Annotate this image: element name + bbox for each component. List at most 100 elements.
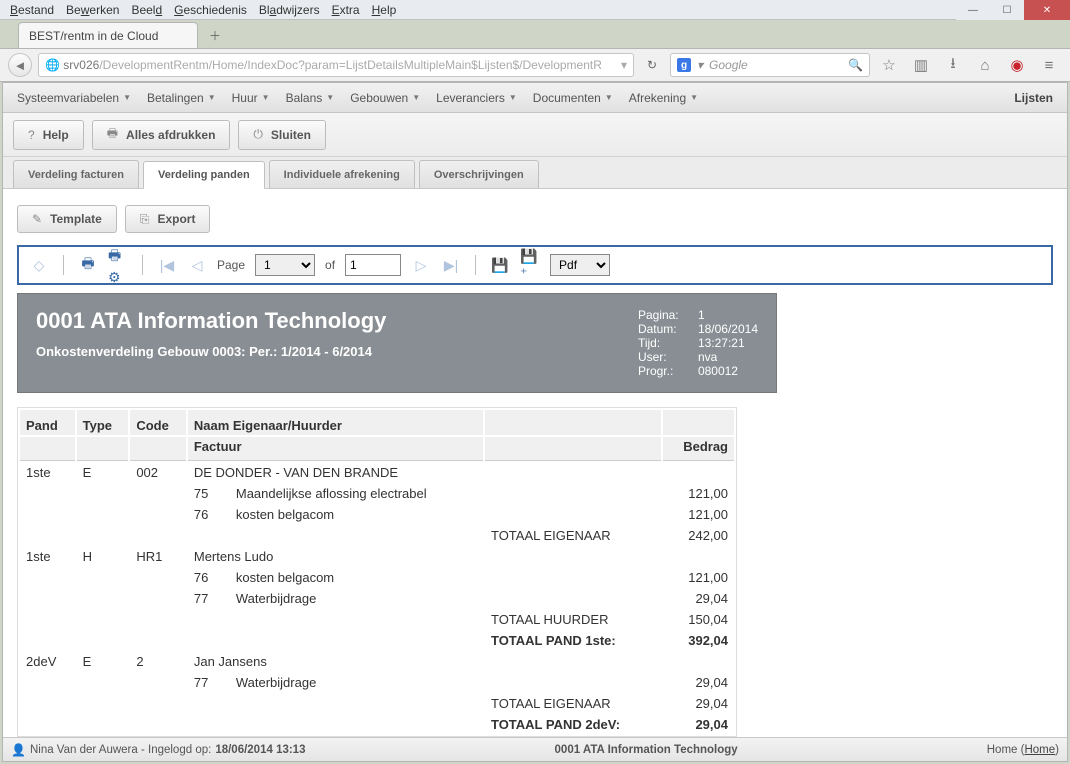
- search-placeholder: Google: [709, 58, 748, 72]
- pencil-icon: ✎: [32, 212, 42, 226]
- chevron-down-icon: ▼: [123, 93, 131, 102]
- report-meta: Pagina:1Datum:18/06/2014Tijd:13:27:21Use…: [638, 308, 758, 378]
- total-pages-input[interactable]: [345, 254, 401, 276]
- menu-betalingen[interactable]: Betalingen▼: [139, 87, 224, 109]
- last-page-icon[interactable]: ▶|: [441, 255, 461, 275]
- os-menu-bewerken[interactable]: Bewerken: [60, 1, 125, 19]
- chevron-down-icon: ▼: [412, 93, 420, 102]
- print-icon[interactable]: 🖶: [78, 255, 98, 275]
- pager-bar: ◇ 🖶 🖶⚙ |◀ ◁ Page 1 of ▷ ▶| 💾 💾⁺ Pdf: [17, 245, 1053, 285]
- next-page-icon[interactable]: ▷: [411, 255, 431, 275]
- of-label: of: [325, 258, 335, 272]
- home-icon[interactable]: ⌂: [972, 53, 998, 77]
- table-row: TOTAAL EIGENAAR242,00: [20, 526, 734, 545]
- menu-leveranciers[interactable]: Leveranciers▼: [428, 87, 525, 109]
- menu-huur[interactable]: Huur▼: [224, 87, 278, 109]
- hamburger-icon[interactable]: ≡: [1036, 53, 1062, 77]
- export-icon: ⎘: [140, 212, 150, 227]
- app-shell: Systeemvariabelen▼ Betalingen▼ Huur▼ Bal…: [2, 82, 1068, 762]
- report-title: 0001 ATA Information Technology: [36, 308, 386, 334]
- template-button[interactable]: ✎Template: [17, 205, 117, 233]
- url-path: /DevelopmentRentm/Home/IndexDoc?param=Li…: [99, 58, 602, 72]
- help-icon: ?: [28, 128, 35, 142]
- os-menu-bladwijzers[interactable]: Bladwijzers: [253, 1, 326, 19]
- table-row: TOTAAL PAND 1ste:392,04: [20, 631, 734, 650]
- content-area: ✎Template ⎘Export ◇ 🖶 🖶⚙ |◀ ◁ Page 1 of …: [3, 189, 1067, 737]
- table-row: 2deVE2Jan Jansens: [20, 652, 734, 671]
- menu-systeemvariabelen[interactable]: Systeemvariabelen▼: [9, 87, 139, 109]
- os-menu-beeld[interactable]: Beeld: [125, 1, 168, 19]
- report-subtitle: Onkostenverdeling Gebouw 0003: Per.: 1/2…: [36, 344, 386, 359]
- bookmark-icon[interactable]: ☆: [876, 53, 902, 77]
- table-row: 76kosten belgacom121,00: [20, 505, 734, 524]
- os-menu-help[interactable]: Help: [366, 1, 403, 19]
- tab-verdeling-panden[interactable]: Verdeling panden: [143, 161, 265, 189]
- library-icon[interactable]: ▥: [908, 53, 934, 77]
- app-menubar: Systeemvariabelen▼ Betalingen▼ Huur▼ Bal…: [3, 83, 1067, 113]
- eraser-icon[interactable]: ◇: [29, 255, 49, 275]
- export-button[interactable]: ⎘Export: [125, 205, 211, 233]
- table-row: TOTAAL EIGENAAR29,04: [20, 694, 734, 713]
- browser-tab-strip: BEST/rentm in de Cloud ＋: [0, 20, 1070, 48]
- reload-button[interactable]: ↻: [640, 53, 664, 77]
- downloads-icon[interactable]: ⭳: [940, 53, 966, 77]
- os-menu-extra[interactable]: Extra: [326, 1, 366, 19]
- power-icon: ⏻: [253, 127, 263, 142]
- url-bar[interactable]: 🌐 srv026 /DevelopmentRentm/Home/IndexDoc…: [38, 53, 634, 77]
- table-row: 76kosten belgacom121,00: [20, 568, 734, 587]
- tab-individuele-afrekening[interactable]: Individuele afrekening: [269, 160, 415, 188]
- chevron-down-icon: ▼: [326, 93, 334, 102]
- browser-tab[interactable]: BEST/rentm in de Cloud: [18, 22, 198, 48]
- menu-afrekening[interactable]: Afrekening▼: [621, 87, 706, 109]
- table-row: 77Waterbijdrage29,04: [20, 589, 734, 608]
- tab-overschrijvingen[interactable]: Overschrijvingen: [419, 160, 539, 188]
- window-close-button[interactable]: ✕: [1024, 0, 1070, 20]
- chevron-down-icon: ▼: [690, 93, 698, 102]
- window-minimize-button[interactable]: —: [956, 0, 990, 20]
- back-button[interactable]: ◄: [8, 53, 32, 77]
- menu-lijsten[interactable]: Lijsten: [1006, 87, 1061, 109]
- save-icon[interactable]: 💾: [490, 255, 510, 275]
- search-box[interactable]: g ▾ Google 🔍: [670, 53, 870, 77]
- th-factuur: Factuur: [188, 437, 483, 461]
- menu-documenten[interactable]: Documenten▼: [525, 87, 621, 109]
- close-button[interactable]: ⏻Sluiten: [238, 120, 326, 150]
- user-icon: 👤: [11, 743, 26, 757]
- menu-balans[interactable]: Balans▼: [278, 87, 343, 109]
- th-type: Type: [77, 410, 129, 435]
- status-home-link[interactable]: Home: [1024, 744, 1055, 756]
- print-all-button[interactable]: 🖶Alles afdrukken: [92, 120, 231, 150]
- os-menu-bestand[interactable]: Bestand: [4, 1, 60, 19]
- table-row: 1steE002DE DONDER - VAN DEN BRANDE: [20, 463, 734, 482]
- save-as-icon[interactable]: 💾⁺: [520, 255, 540, 275]
- search-icon[interactable]: 🔍: [848, 58, 863, 72]
- table-row: TOTAAL PAND 2deV:29,04: [20, 715, 734, 734]
- pinterest-icon[interactable]: ◉: [1004, 53, 1030, 77]
- table-row: 77Waterbijdrage29,04: [20, 673, 734, 692]
- prev-page-icon[interactable]: ◁: [187, 255, 207, 275]
- status-user-time: 18/06/2014 13:13: [215, 744, 305, 756]
- table-row: 75Maandelijkse aflossing electrabel121,0…: [20, 484, 734, 503]
- tab-verdeling-facturen[interactable]: Verdeling facturen: [13, 160, 139, 188]
- status-home-label: Home: [987, 744, 1018, 756]
- print-icon: 🖶: [107, 124, 118, 145]
- th-naam: Naam Eigenaar/Huurder: [188, 410, 483, 435]
- th-bedrag: Bedrag: [663, 437, 734, 461]
- window-maximize-button[interactable]: ☐: [990, 0, 1024, 20]
- print-settings-icon[interactable]: 🖶⚙: [108, 255, 128, 275]
- first-page-icon[interactable]: |◀: [157, 255, 177, 275]
- new-tab-button[interactable]: ＋: [204, 24, 226, 46]
- th-code: Code: [130, 410, 186, 435]
- report-header: 0001 ATA Information Technology Onkosten…: [17, 293, 777, 393]
- sub-tabs: Verdeling facturen Verdeling panden Indi…: [3, 157, 1067, 189]
- chevron-down-icon: ▼: [605, 93, 613, 102]
- os-menubar: Bestand Bewerken Beeld Geschiedenis Blad…: [0, 0, 1070, 20]
- menu-gebouwen[interactable]: Gebouwen▼: [342, 87, 428, 109]
- format-select[interactable]: Pdf: [550, 254, 610, 276]
- page-select[interactable]: 1: [255, 254, 315, 276]
- os-menu-geschiedenis[interactable]: Geschiedenis: [168, 1, 253, 19]
- chevron-down-icon: ▼: [208, 93, 216, 102]
- help-button[interactable]: ?Help: [13, 120, 84, 150]
- status-user: Nina Van der Auwera - Ingelogd op:: [30, 744, 211, 756]
- url-host: srv026: [63, 58, 99, 72]
